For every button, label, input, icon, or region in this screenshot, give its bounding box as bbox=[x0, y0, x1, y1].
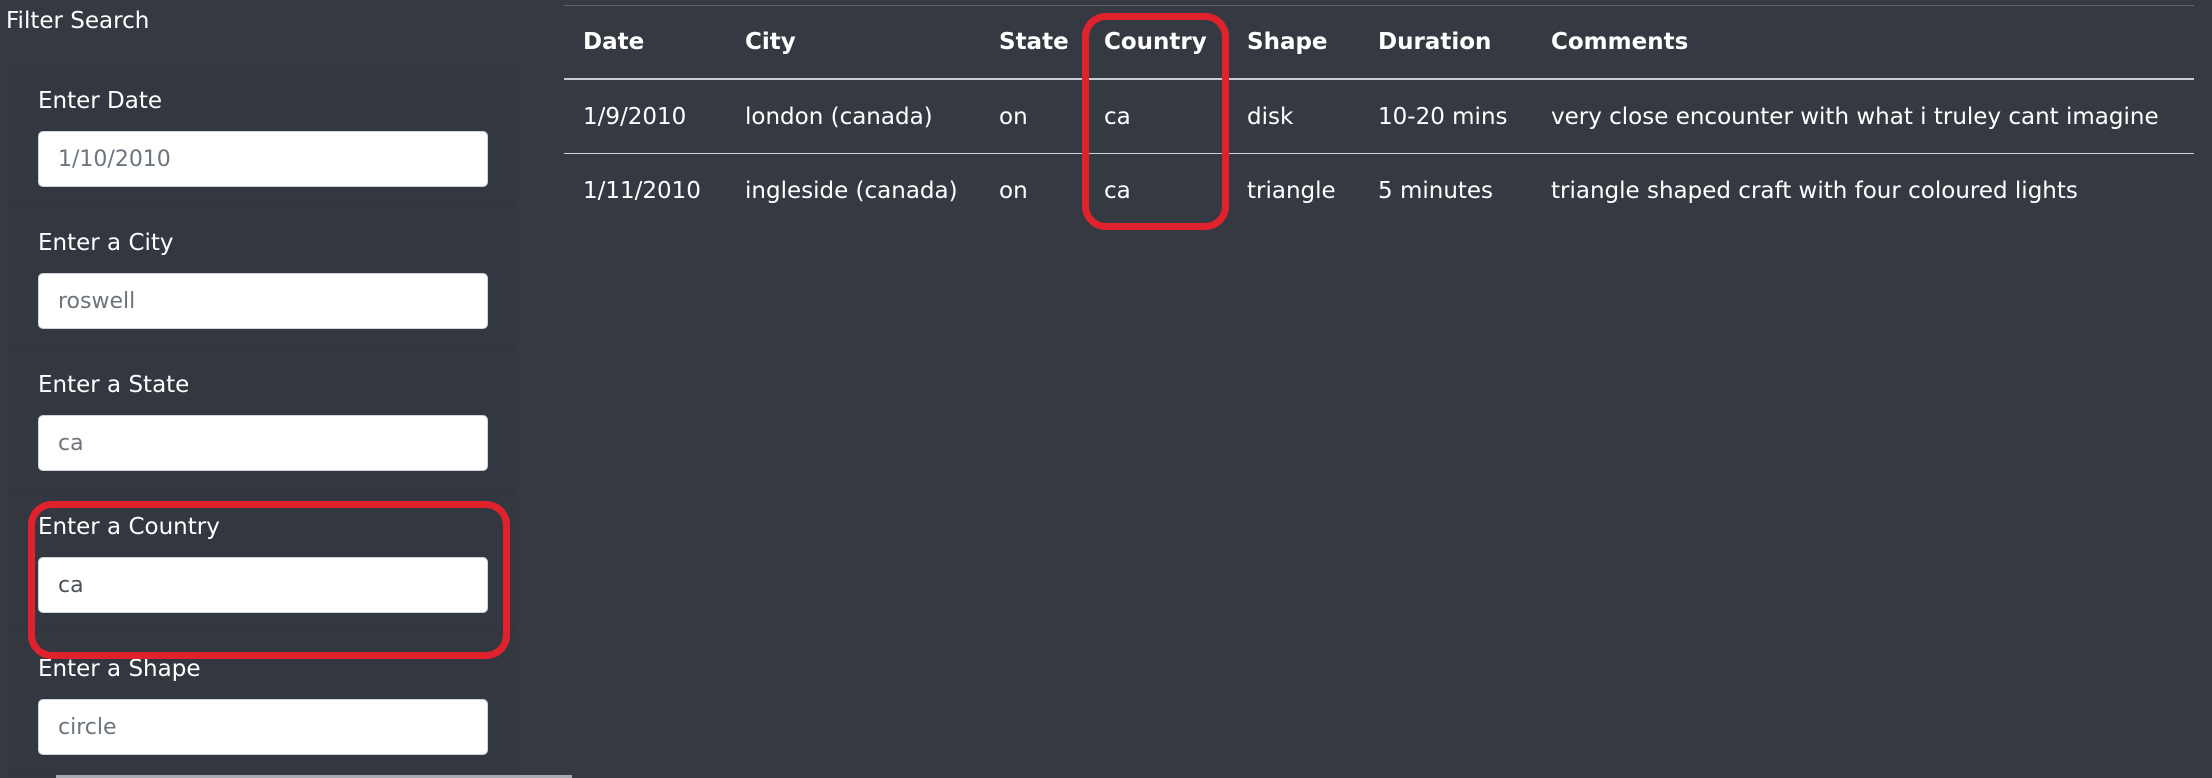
header-shape: Shape bbox=[1228, 5, 1359, 80]
header-city: City bbox=[726, 5, 980, 80]
highlight-country-column bbox=[1082, 13, 1229, 230]
cell-duration: 10-20 mins bbox=[1359, 79, 1532, 154]
date-input[interactable] bbox=[38, 131, 488, 187]
filter-group-city: Enter a City bbox=[8, 206, 518, 347]
filter-search-title: Filter Search bbox=[6, 8, 150, 34]
cell-shape: disk bbox=[1228, 79, 1359, 154]
table-row: 1/9/2010 london (canada) on ca disk 10-2… bbox=[564, 79, 2194, 154]
cell-date: 1/11/2010 bbox=[583, 177, 701, 204]
ufo-sightings-table: Date City State Country Shape Duration C… bbox=[564, 5, 2194, 227]
header-state: State bbox=[980, 5, 1085, 80]
state-label: Enter a State bbox=[38, 372, 190, 398]
table-header-row: Date City State Country Shape Duration C… bbox=[564, 5, 2194, 80]
cell-comments: triangle shaped craft with four coloured… bbox=[1551, 177, 2078, 204]
cell-state: on bbox=[999, 177, 1028, 204]
header-duration: Duration bbox=[1359, 5, 1532, 80]
cell-state: on bbox=[980, 79, 1085, 154]
cell-comments: very close encounter with what i truley … bbox=[1532, 79, 2194, 154]
state-input[interactable] bbox=[38, 415, 488, 471]
filter-sidebar: Enter Date Enter a City Enter a State En… bbox=[8, 64, 518, 778]
table-row: 1/11/2010 ingleside (canada) on ca trian… bbox=[564, 154, 2194, 228]
shape-label: Enter a Shape bbox=[38, 656, 201, 682]
cell-date: 1/9/2010 bbox=[564, 79, 726, 154]
cell-duration: 5 minutes bbox=[1378, 177, 1494, 204]
city-input[interactable] bbox=[38, 273, 488, 329]
city-label: Enter a City bbox=[38, 230, 174, 256]
header-date: Date bbox=[564, 5, 726, 80]
cell-city: london (canada) bbox=[726, 79, 980, 154]
header-comments: Comments bbox=[1532, 5, 2194, 80]
date-label: Enter Date bbox=[38, 88, 163, 114]
filter-group-date: Enter Date bbox=[8, 64, 518, 205]
highlight-country-filter bbox=[28, 501, 510, 659]
filter-group-state: Enter a State bbox=[8, 348, 518, 489]
cell-shape: triangle bbox=[1247, 177, 1336, 204]
shape-input[interactable] bbox=[38, 699, 488, 755]
cell-city: ingleside (canada) bbox=[745, 177, 958, 204]
